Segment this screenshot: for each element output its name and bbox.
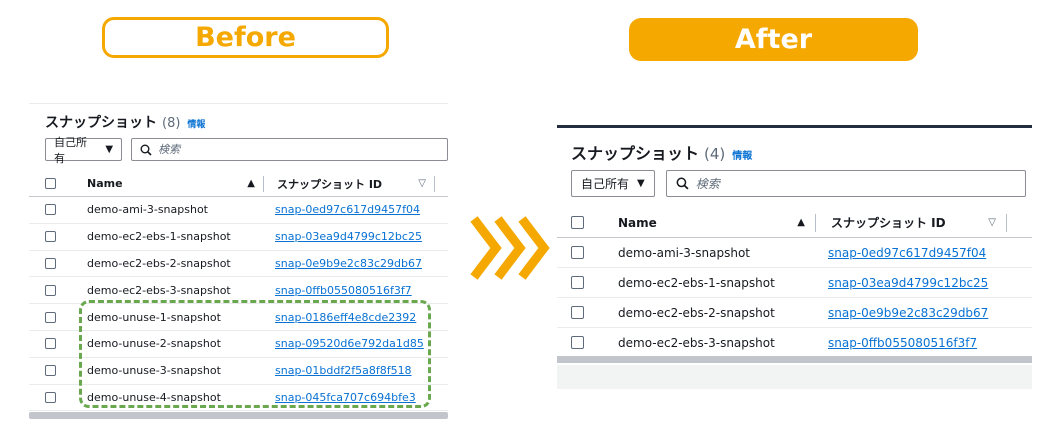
snapshot-id-link[interactable]: snap-0ed97c617d9457f04 (275, 203, 420, 216)
snapshot-name: demo-ec2-ebs-3-snapshot (87, 283, 231, 297)
column-header-name[interactable]: Name ▲ (618, 216, 815, 230)
snapshot-id-link[interactable]: snap-0e9b9e2c83c29db67 (275, 257, 422, 270)
table-row: demo-ec2-ebs-1-snapshot snap-03ea9d4799c… (29, 224, 448, 251)
filter-row: 自己所有 ▼ (45, 136, 448, 165)
search-icon (676, 177, 689, 190)
filter-row: 自己所有 ▼ (571, 170, 1026, 197)
column-header-id[interactable]: スナップショット ID ▽ (264, 176, 434, 192)
row-checkbox[interactable] (45, 204, 56, 216)
snapshot-name: demo-ec2-ebs-3-snapshot (618, 335, 775, 350)
before-label: Before (102, 17, 389, 58)
unused-snapshots-highlight (79, 300, 431, 408)
column-header-id[interactable]: スナップショット ID ▽ (816, 214, 1006, 231)
panel-title: スナップショット (571, 144, 700, 163)
column-header-id-label: スナップショット ID (277, 177, 383, 191)
column-header-name-label: Name (87, 177, 123, 190)
row-checkbox[interactable] (45, 391, 56, 403)
horizontal-scrollbar[interactable] (557, 356, 1032, 363)
table-row: demo-ami-3-snapshot snap-0ed97c617d9457f… (29, 197, 448, 224)
row-checkbox[interactable] (45, 311, 56, 323)
panel-header: スナップショット (4) 情報 (571, 140, 752, 164)
caret-down-icon: ▼ (637, 178, 645, 189)
row-checkbox[interactable] (571, 336, 584, 349)
table-row: demo-ec2-ebs-2-snapshot snap-0e9b9e2c83c… (557, 298, 1032, 328)
snapshot-count: (8) (162, 116, 181, 131)
row-checkbox[interactable] (45, 365, 56, 377)
snapshot-id-link[interactable]: snap-03ea9d4799c12bc25 (828, 276, 988, 290)
search-box[interactable] (131, 138, 448, 161)
row-checkbox[interactable] (571, 276, 584, 289)
table-row: demo-ec2-ebs-2-snapshot snap-0e9b9e2c83c… (29, 251, 448, 278)
snapshot-name: demo-ec2-ebs-2-snapshot (618, 305, 775, 320)
column-header-id-label: スナップショット ID (831, 216, 946, 230)
column-header-name[interactable]: Name ▲ (87, 177, 263, 190)
table-row: demo-ami-3-snapshot snap-0ed97c617d9457f… (557, 238, 1032, 268)
snapshot-id-link[interactable]: snap-0ffb055080516f3f7 (828, 336, 977, 350)
row-checkbox[interactable] (45, 338, 56, 350)
owner-filter-value: 自己所有 (581, 177, 630, 191)
table-header: Name ▲ スナップショット ID ▽ (557, 208, 1032, 238)
row-checkbox[interactable] (45, 257, 56, 269)
row-checkbox[interactable] (45, 284, 56, 296)
info-link[interactable]: 情報 (732, 147, 752, 162)
column-divider[interactable] (434, 175, 435, 192)
column-header-name-label: Name (618, 215, 657, 230)
sort-ascending-icon: ▲ (247, 178, 255, 189)
search-box[interactable] (665, 170, 1026, 197)
snapshot-name: demo-ec2-ebs-1-snapshot (87, 230, 231, 244)
panel-title: スナップショット (45, 115, 157, 131)
search-input[interactable] (695, 176, 976, 191)
owner-filter-value: 自己所有 (54, 135, 87, 165)
snapshot-id-link[interactable]: snap-0e9b9e2c83c29db67 (828, 306, 988, 320)
sort-descending-icon: ▽ (988, 217, 996, 228)
caret-down-icon: ▼ (105, 144, 114, 155)
column-divider[interactable] (1006, 213, 1007, 232)
horizontal-scrollbar[interactable] (29, 412, 448, 419)
snapshot-name: demo-ami-3-snapshot (87, 203, 208, 217)
owner-filter-select[interactable]: 自己所有 ▼ (45, 136, 123, 165)
snapshot-name: demo-ec2-ebs-1-snapshot (618, 275, 775, 290)
info-link[interactable]: 情報 (187, 117, 205, 130)
snapshot-id-link[interactable]: snap-0ed97c617d9457f04 (828, 246, 986, 260)
table-header: Name ▲ スナップショット ID ▽ (29, 171, 448, 197)
sort-ascending-icon: ▲ (797, 217, 805, 228)
table-row: demo-ec2-ebs-3-snapshot snap-0ffb0550805… (557, 328, 1032, 358)
select-all-checkbox[interactable] (45, 178, 56, 189)
search-input[interactable] (158, 143, 409, 156)
snapshot-name: demo-ami-3-snapshot (618, 245, 750, 260)
snapshot-id-link[interactable]: snap-03ea9d4799c12bc25 (275, 230, 422, 243)
row-checkbox[interactable] (45, 231, 56, 243)
after-label: After (629, 18, 918, 61)
search-icon (140, 144, 152, 156)
panel-header: スナップショット (8) 情報 (45, 112, 205, 132)
sort-descending-icon: ▽ (418, 178, 426, 189)
owner-filter-select[interactable]: 自己所有 ▼ (571, 170, 655, 197)
snapshot-name: demo-ec2-ebs-2-snapshot (87, 256, 231, 270)
chevron-right-arrows-icon (470, 216, 550, 280)
table-footer (557, 365, 1032, 389)
row-checkbox[interactable] (571, 246, 584, 259)
table-row: demo-ec2-ebs-1-snapshot snap-03ea9d4799c… (557, 268, 1032, 298)
snapshot-count: (4) (704, 145, 726, 163)
select-all-checkbox[interactable] (571, 216, 584, 229)
snapshot-id-link[interactable]: snap-0ffb055080516f3f7 (275, 284, 412, 297)
after-snapshot-panel: スナップショット (4) 情報 自己所有 ▼ Name ▲ スナップショット I… (557, 125, 1032, 390)
row-checkbox[interactable] (571, 306, 584, 319)
snapshot-table: Name ▲ スナップショット ID ▽ demo-ami-3-snapshot… (557, 208, 1032, 358)
